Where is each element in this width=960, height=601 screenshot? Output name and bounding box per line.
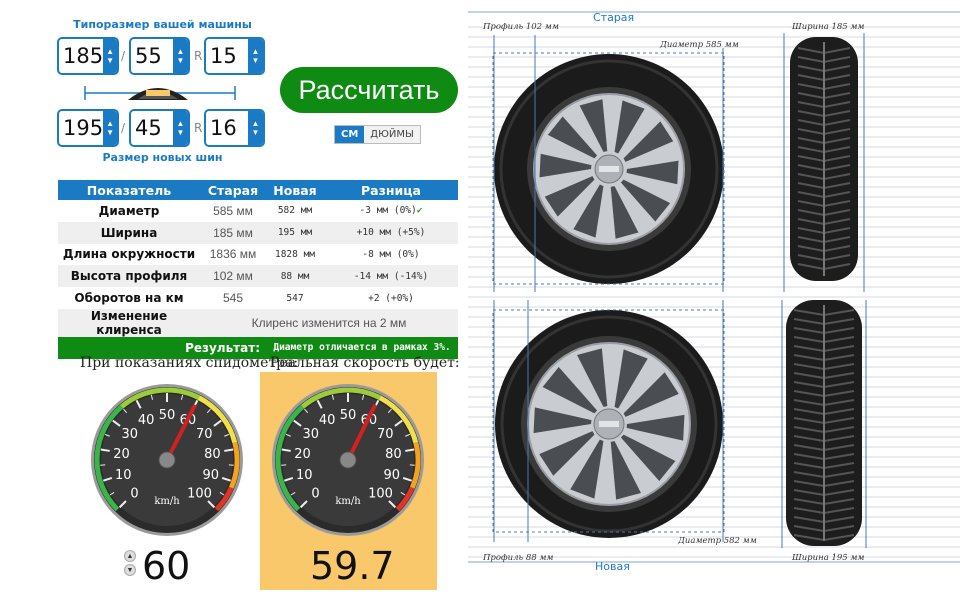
- gauge-tick-label: 70: [377, 427, 394, 442]
- new-size-label: Размер новых шин: [102, 151, 223, 164]
- size-connector: [84, 86, 236, 100]
- real-speed-caption: Реальная скорость будет:: [270, 355, 460, 371]
- new-tire-side: [786, 300, 862, 546]
- gauge-tick-label: 70: [196, 427, 213, 442]
- chevron-updown-icon: ▲ ▼: [103, 111, 117, 145]
- shown-speedometer: 0102030405060708090100km/h: [91, 384, 243, 536]
- gauge-tick-label: 20: [113, 447, 130, 462]
- gauge-unit: km/h: [335, 496, 361, 507]
- real-speedometer: 0102030405060708090100km/h: [272, 384, 424, 536]
- gauge-tick: [405, 448, 415, 452]
- header-old: Старая: [200, 180, 266, 200]
- gauge-tick-label: 0: [130, 487, 138, 502]
- chevron-updown-icon: ▲ ▼: [173, 111, 188, 145]
- header-diff: Разница: [324, 180, 458, 200]
- current-profile-select[interactable]: 55 ▲ ▼: [129, 37, 190, 75]
- new-diameter-label: Диаметр 582 мм: [678, 536, 757, 546]
- old-tire-front: [494, 54, 724, 284]
- chevron-updown-icon: ▲ ▼: [248, 39, 263, 73]
- gauge-tick-label: 20: [294, 447, 311, 462]
- gauge-tick-label: 90: [202, 468, 219, 483]
- gauge-hub: [339, 451, 357, 469]
- shown-speed-caption: При показаниях спидометра:: [80, 355, 299, 371]
- gauge-face: 0102030405060708090100km/h: [272, 384, 424, 536]
- gauge-tick-label: 50: [340, 408, 357, 423]
- current-size-label: Типоразмер вашей машины: [73, 18, 252, 31]
- gauge-tick-label: 0: [311, 487, 319, 502]
- gauge-tick-label: 40: [138, 413, 155, 428]
- gauge-hub: [158, 451, 176, 469]
- gauge-face: 0102030405060708090100km/h: [91, 384, 243, 536]
- chevron-updown-icon: ▲ ▼: [248, 111, 263, 145]
- gauge-unit: km/h: [154, 496, 180, 507]
- real-speed-value: 59.7: [310, 544, 395, 588]
- old-width-label: Ширина 185 мм: [792, 22, 865, 32]
- current-rim-select[interactable]: 15 ▲ ▼: [204, 37, 265, 75]
- clearance-row: Изменение клиренса Клиренс изменится на …: [58, 308, 458, 337]
- gauge-tick: [224, 448, 234, 452]
- unit-inches-option[interactable]: ДЮЙМЫ: [364, 126, 420, 143]
- table-row: Длина окружности 1836 мм 1828 мм -8 мм (…: [62, 247, 420, 262]
- check-icon: ✔: [416, 205, 423, 217]
- gauge-tick-label: 50: [159, 408, 176, 423]
- gauge-tick: [100, 448, 110, 452]
- new-profile-select[interactable]: 45 ▲ ▼: [129, 109, 190, 147]
- gauge-tick-label: 100: [368, 487, 393, 502]
- chevron-up-icon[interactable]: ▲: [124, 550, 136, 562]
- table-row: Высота профиля 102 мм 88 мм -14 мм (-14%…: [58, 265, 458, 288]
- table-row: Оборотов на км 545 547 +2 (+0%): [74, 291, 414, 306]
- new-tire-label: Новая: [595, 560, 630, 573]
- speed-stepper[interactable]: ▲ ▼: [124, 550, 136, 576]
- shown-speed-value[interactable]: 60: [142, 544, 190, 588]
- current-width-select[interactable]: 185 ▲ ▼: [57, 37, 119, 75]
- gauge-tick-label: 100: [187, 487, 212, 502]
- gauge-tick-label: 10: [115, 468, 132, 483]
- header-indicator: Показатель: [58, 180, 200, 200]
- diagram-canvas: [468, 11, 960, 563]
- chevron-updown-icon: ▲ ▼: [173, 39, 188, 73]
- new-width-label: Ширина 195 мм: [792, 553, 865, 563]
- old-diameter-label: Диаметр 585 мм: [660, 40, 739, 50]
- unit-cm-option[interactable]: СМ: [335, 126, 365, 143]
- new-tire-front: [495, 310, 723, 538]
- tire-diagram: Старая Новая Профиль 102 мм Диаметр 585 …: [468, 0, 960, 601]
- new-width-select[interactable]: 195 ▲ ▼: [57, 109, 119, 147]
- old-tire-label: Старая: [593, 11, 635, 24]
- gauge-tick: [281, 448, 291, 452]
- old-tire-side: [790, 37, 858, 281]
- gauge-tick-label: 30: [303, 427, 320, 442]
- table-row: Ширина 185 мм 195 мм +10 мм (+5%): [58, 221, 458, 244]
- gauge-tick-label: 80: [385, 447, 402, 462]
- calculate-button[interactable]: Рассчитать: [280, 67, 458, 113]
- table-row: Диаметр 585 мм 582 мм -3 мм (0%)✔: [98, 203, 423, 218]
- header-new: Новая: [266, 180, 324, 200]
- gauge-tick-label: 30: [122, 427, 139, 442]
- gauge-tick-label: 40: [319, 413, 336, 428]
- gauge-tick-label: 10: [296, 468, 313, 483]
- comparison-table: Показатель Старая Новая Разница Диаметр …: [58, 180, 458, 359]
- gauge-tick-label: 90: [383, 468, 400, 483]
- unit-toggle[interactable]: СМ ДЮЙМЫ: [334, 125, 421, 144]
- old-profile-label: Профиль 102 мм: [483, 22, 559, 32]
- chevron-updown-icon: ▲ ▼: [103, 39, 117, 73]
- chevron-down-icon[interactable]: ▼: [124, 564, 136, 576]
- new-rim-select[interactable]: 16 ▲ ▼: [204, 109, 265, 147]
- new-profile-label: Профиль 88 мм: [483, 553, 554, 563]
- gauge-tick-label: 80: [204, 447, 221, 462]
